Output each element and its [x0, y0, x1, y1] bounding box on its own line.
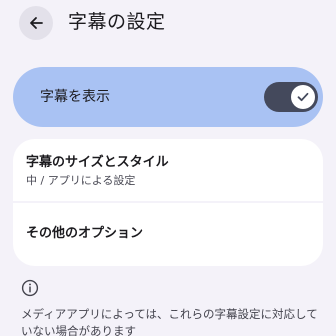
caption-size-style-item[interactable]: 字幕のサイズとスタイル 中 / アプリによる設定 — [13, 139, 323, 201]
show-captions-switch[interactable] — [264, 82, 318, 112]
captions-settings-screen: 字幕の設定 字幕を表示 字幕のサイズとスタイル 中 / アプリによる設定 その他… — [0, 0, 336, 336]
arrow-back-icon — [30, 17, 43, 29]
back-button[interactable] — [19, 6, 53, 40]
more-options-item[interactable]: その他のオプション — [13, 203, 323, 266]
show-captions-label: 字幕を表示 — [40, 89, 110, 105]
caption-options-list: 字幕のサイズとスタイル 中 / アプリによる設定 その他のオプション — [13, 139, 323, 266]
switch-thumb — [291, 85, 315, 109]
caption-size-style-title: 字幕のサイズとスタイル — [26, 155, 169, 170]
more-options-title: その他のオプション — [26, 226, 144, 241]
page-title: 字幕の設定 — [68, 11, 166, 33]
check-icon — [297, 92, 309, 102]
caption-size-style-summary: 中 / アプリによる設定 — [26, 174, 136, 187]
info-icon — [21, 279, 39, 297]
info-text: メディアアプリによっては、これらの字幕設定に対応していない場合があります — [21, 307, 318, 336]
show-captions-toggle-row[interactable]: 字幕を表示 — [13, 67, 323, 127]
